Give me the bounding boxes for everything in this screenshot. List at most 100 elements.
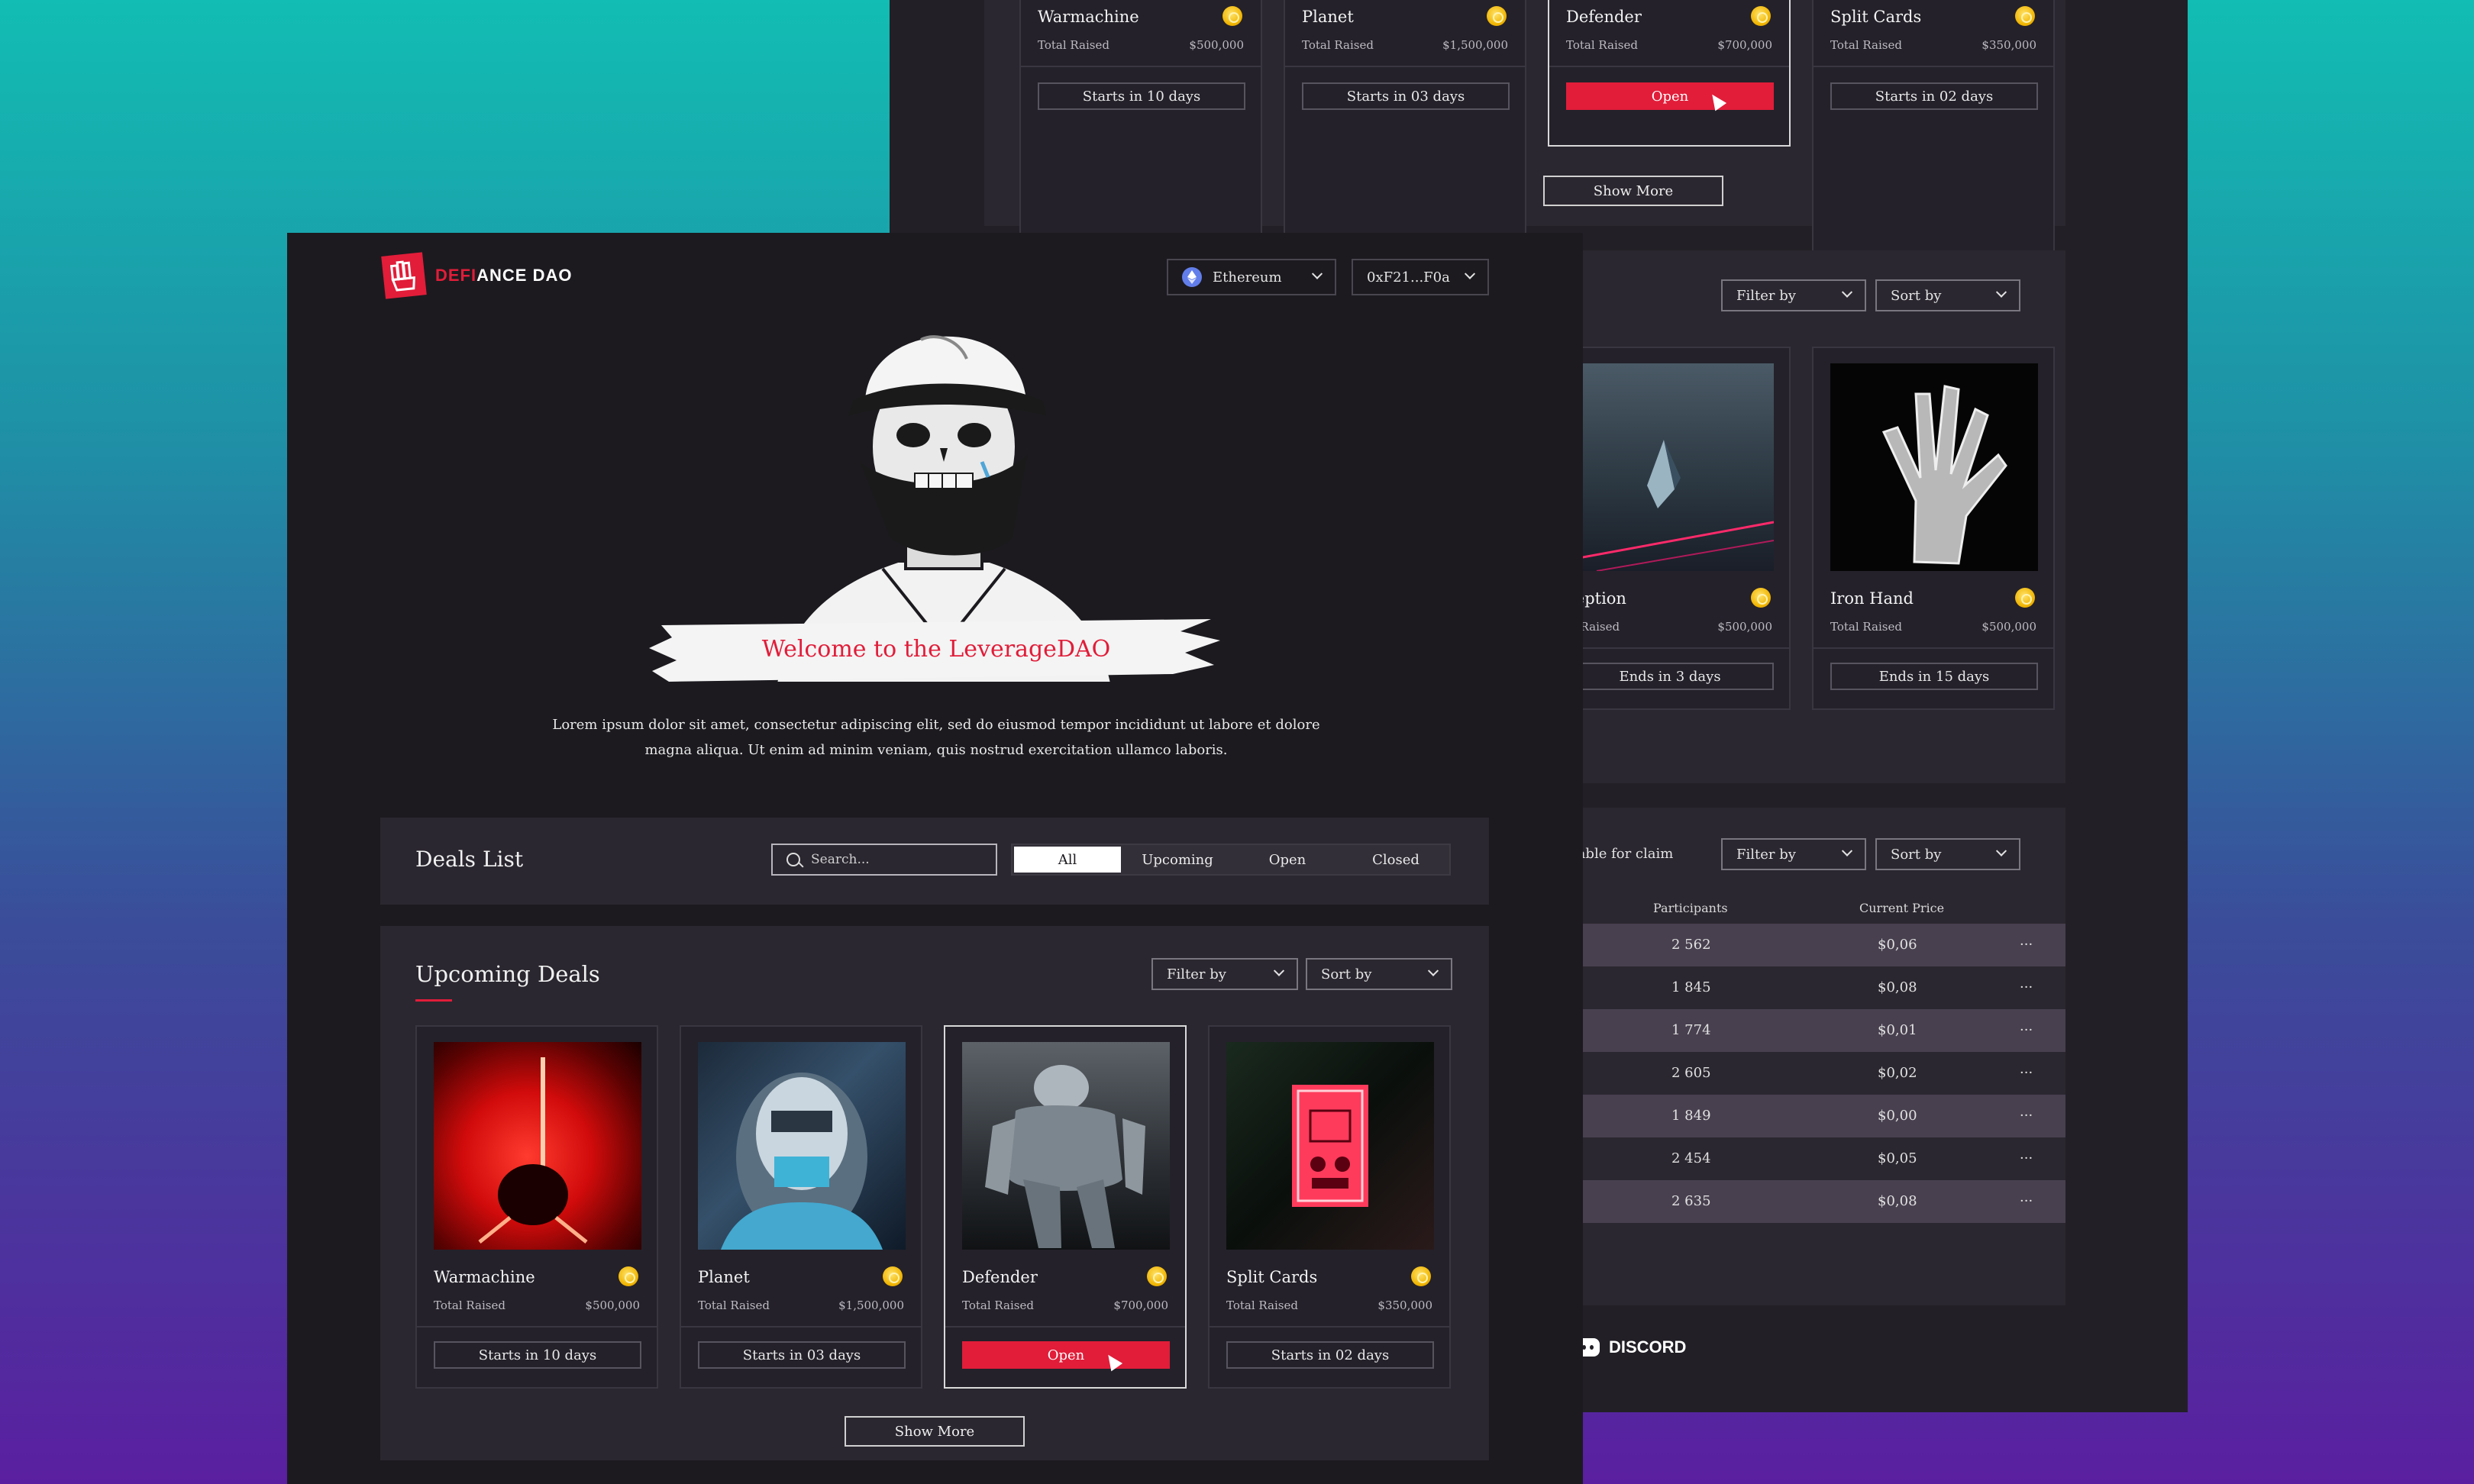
total-raised-value: $1,500,000: [1442, 38, 1508, 52]
deal-action-button[interactable]: Ends in 3 days: [1566, 663, 1774, 690]
network-selector[interactable]: Ethereum: [1167, 259, 1336, 295]
total-raised-label: Total Raised: [1830, 38, 1902, 52]
sort-dropdown[interactable]: Sort by: [1875, 279, 2020, 311]
more-icon[interactable]: ···: [2020, 979, 2033, 995]
more-icon[interactable]: ···: [2020, 1108, 2033, 1124]
deal-card-split-cards[interactable]: Split Cards Total Raised $350,000 Starts…: [1208, 1025, 1451, 1389]
hero-title: Welcome to the LeverageDAO: [761, 636, 1111, 663]
tab-all[interactable]: All: [1014, 847, 1121, 873]
more-icon[interactable]: ···: [2020, 937, 2033, 953]
table-row[interactable]: 2 454 $0,05 ···: [1519, 1137, 2065, 1180]
deal-name: Defender: [1566, 8, 1642, 26]
bg-upcoming-section: Warmachine Total Raised $500,000 Starts …: [984, 0, 2065, 340]
discord-link[interactable]: DISCORD: [1577, 1337, 1686, 1357]
deal-card-planet[interactable]: Planet Total Raised $1,500,000 Starts in…: [680, 1025, 922, 1389]
more-icon[interactable]: ···: [2020, 1193, 2033, 1209]
total-raised-label: Total Raised: [962, 1298, 1034, 1312]
filter-label: Filter by: [1167, 966, 1226, 982]
search-icon: [786, 853, 804, 868]
sort-label: Sort by: [1891, 846, 1942, 863]
deal-open-button[interactable]: Open: [962, 1341, 1170, 1369]
card-divider: [1210, 1326, 1449, 1328]
card-divider: [1549, 647, 1789, 649]
network-name: Ethereum: [1213, 269, 1282, 286]
deal-name: Warmachine: [1038, 8, 1139, 26]
tab-upcoming[interactable]: Upcoming: [1124, 847, 1231, 873]
show-more-button[interactable]: Show More: [1543, 176, 1723, 206]
price-cell: $0,00: [1878, 1108, 1917, 1124]
deal-action-button[interactable]: Starts in 02 days: [1226, 1341, 1434, 1369]
bg-closed-card-iron-hand[interactable]: Iron Hand Total Raised $500,000 Ends in …: [1812, 347, 2055, 710]
filter-label: Filter by: [1736, 846, 1796, 863]
brand-logo[interactable]: DEFIANCE DAO: [381, 252, 572, 299]
search-input[interactable]: Search...: [771, 844, 997, 876]
sort-dropdown[interactable]: Sort by: [1306, 958, 1452, 990]
table-row[interactable]: 1 845 $0,08 ···: [1519, 966, 2065, 1009]
col-participants-header: Participants: [1653, 901, 1728, 915]
chevron-down-icon: [1995, 286, 2007, 298]
deal-action-button[interactable]: Starts in 03 days: [1302, 82, 1510, 110]
filter-dropdown[interactable]: Filter by: [1151, 958, 1298, 990]
participants-cell: 1 845: [1671, 979, 1711, 995]
filter-dropdown[interactable]: Filter by: [1721, 279, 1866, 311]
coin-icon: [2015, 588, 2035, 608]
deal-open-button[interactable]: Open: [1566, 82, 1774, 110]
deal-card-defender[interactable]: Defender Total Raised $700,000 Open: [944, 1025, 1187, 1389]
table-row[interactable]: 2 605 $0,02 ···: [1519, 1052, 2065, 1095]
tab-closed[interactable]: Closed: [1342, 847, 1449, 873]
deal-card-warmachine[interactable]: Warmachine Total Raised $500,000 Starts …: [415, 1025, 658, 1389]
total-raised-label: Total Raised: [1566, 38, 1638, 52]
more-icon[interactable]: ···: [2020, 1022, 2033, 1038]
price-cell: $0,08: [1878, 979, 1917, 995]
total-raised-label: Total Raised: [1830, 620, 1902, 634]
table-row[interactable]: 1 849 $0,00 ···: [1519, 1095, 2065, 1137]
more-icon[interactable]: ···: [2020, 1065, 2033, 1081]
deal-name: Warmachine: [434, 1268, 535, 1286]
deal-action-button[interactable]: Starts in 10 days: [434, 1341, 641, 1369]
tab-open[interactable]: Open: [1234, 847, 1341, 873]
show-more-button[interactable]: Show More: [845, 1416, 1025, 1447]
total-raised-value: $350,000: [1377, 1298, 1432, 1312]
card-divider: [945, 1326, 1185, 1328]
participants-cell: 2 635: [1671, 1193, 1711, 1209]
price-cell: $0,02: [1878, 1065, 1917, 1081]
coin-icon: [1751, 588, 1771, 608]
deal-action-button[interactable]: Starts in 03 days: [698, 1341, 906, 1369]
table-row[interactable]: 2 635 $0,08 ···: [1519, 1180, 2065, 1223]
coin-icon: [618, 1266, 638, 1286]
table-row[interactable]: 2 562 $0,06 ···: [1519, 924, 2065, 966]
table-row[interactable]: 1 774 $0,01 ···: [1519, 1009, 2065, 1052]
deal-name: Planet: [1302, 8, 1354, 26]
deal-action-button[interactable]: Starts in 10 days: [1038, 82, 1245, 110]
deal-tabs: All Upcoming Open Closed: [1011, 844, 1451, 876]
total-raised-value: $700,000: [1717, 38, 1772, 52]
coin-icon: [2015, 6, 2035, 26]
participants-cell: 2 562: [1671, 937, 1711, 953]
deal-image: [434, 1042, 641, 1250]
bg-deal-card-defender[interactable]: Defender Total Raised $700,000 Open: [1548, 0, 1791, 147]
claim-table: 2 562 $0,06 ··· 1 845 $0,08 ··· 1 774 $0,01 ··…: [1519, 924, 2065, 1229]
deal-action-button[interactable]: Ends in 15 days: [1830, 663, 2038, 690]
deal-name: Defender: [962, 1268, 1038, 1286]
deals-list-title: Deals List: [415, 847, 524, 872]
chevron-down-icon: [1273, 965, 1285, 976]
total-raised-value: $500,000: [585, 1298, 640, 1312]
deal-name: Split Cards: [1830, 8, 1922, 26]
more-icon[interactable]: ···: [2020, 1150, 2033, 1166]
bg-closed-card-inception[interactable]: ception al Raised $500,000 Ends in 3 day…: [1548, 347, 1791, 710]
deal-image: [1566, 363, 1774, 571]
deals-list-bar: Deals List Search... All Upcoming Open C…: [380, 818, 1489, 905]
deal-name: Iron Hand: [1830, 589, 1914, 608]
upcoming-deals-title: Upcoming Deals: [415, 961, 600, 987]
participants-cell: 1 849: [1671, 1108, 1711, 1124]
card-divider: [1549, 66, 1789, 67]
deal-name: Planet: [698, 1268, 750, 1286]
brand-name-accent: DEFI: [435, 266, 477, 285]
deal-action-button[interactable]: Starts in 02 days: [1830, 82, 2038, 110]
card-divider: [1814, 66, 2053, 67]
filter-dropdown[interactable]: Filter by: [1721, 838, 1866, 870]
sort-dropdown[interactable]: Sort by: [1875, 838, 2020, 870]
chevron-down-icon: [1995, 845, 2007, 857]
deal-image: [1830, 363, 2038, 571]
wallet-selector[interactable]: 0xF21...F0a: [1352, 259, 1489, 295]
